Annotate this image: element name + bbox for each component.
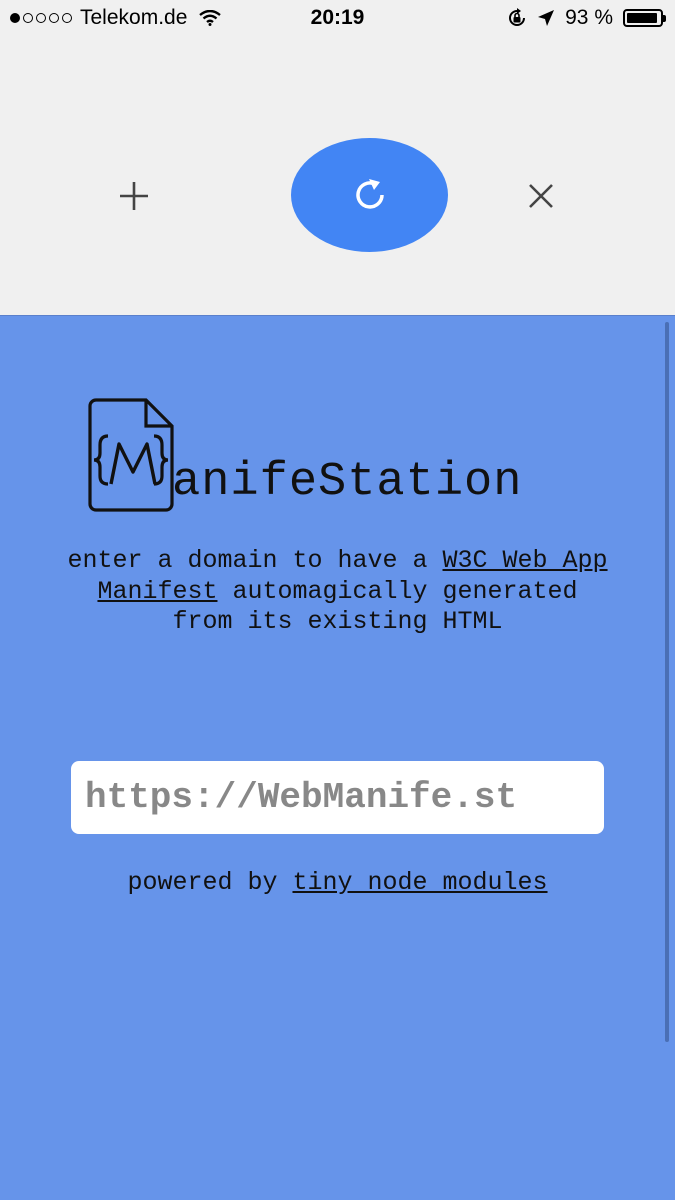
location-arrow-icon: [538, 10, 555, 26]
tagline: enter a domain to have a W3C Web App Man…: [67, 546, 608, 636]
powered-by-footer: powered by tiny node modules: [127, 868, 548, 897]
page-content: anifeStation enter a domain to have a W3…: [0, 315, 675, 1200]
app-title-text: anifeStation: [172, 456, 523, 509]
refresh-icon: [356, 179, 384, 209]
browser-toolbar: [0, 38, 675, 315]
add-tab-button[interactable]: [112, 174, 156, 218]
plus-icon: [120, 182, 148, 210]
tiny-node-modules-link[interactable]: tiny node modules: [292, 868, 547, 897]
app-title-letter-m: [109, 442, 157, 485]
reload-button[interactable]: [291, 138, 448, 252]
close-button[interactable]: [519, 174, 563, 218]
orientation-lock-icon: [509, 8, 526, 26]
status-bar: Telekom.de 20:19 93 %: [0, 0, 675, 38]
close-icon: [529, 184, 553, 208]
domain-url-input[interactable]: [71, 761, 604, 834]
battery-percent: 93 %: [565, 6, 613, 29]
scrollbar[interactable]: [665, 322, 669, 1042]
app-title: anifeStation: [172, 456, 522, 509]
battery-icon: [623, 9, 666, 27]
